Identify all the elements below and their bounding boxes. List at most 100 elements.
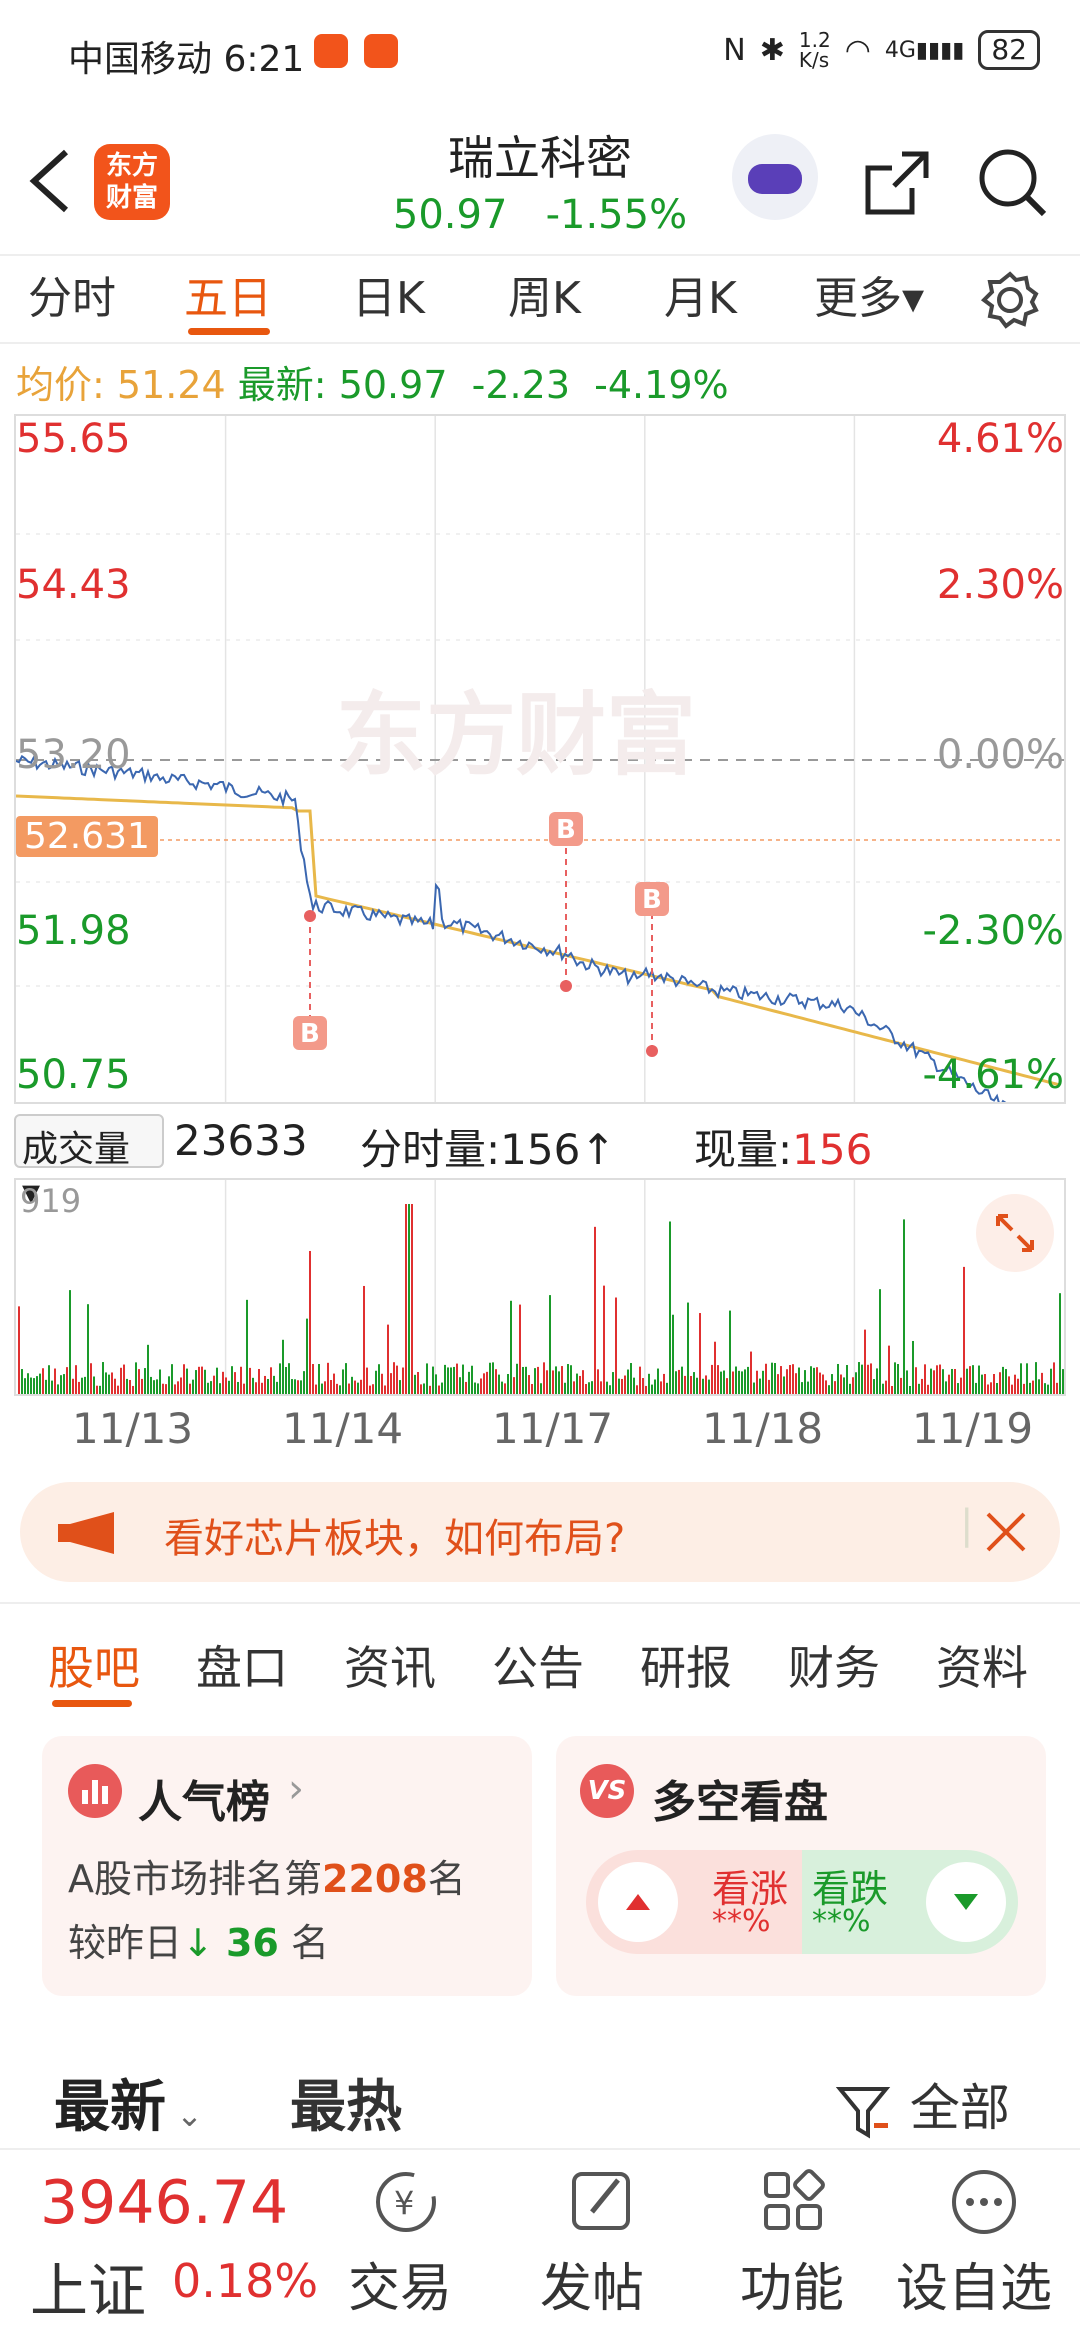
bottom-bar: 3946.74 上证 0.18% ¥ 交易 发帖 功能 设自选 bbox=[0, 2148, 1080, 2340]
popularity-icon bbox=[68, 1764, 122, 1818]
index-name[interactable]: 上证 bbox=[30, 2244, 146, 2328]
nav-functions[interactable]: 功能 bbox=[740, 2246, 844, 2321]
chart-period-tabs: 分时 五日 日K 周K 月K 更多▾ bbox=[0, 254, 1080, 344]
volume-indicator-select[interactable]: 成交量 ▾ bbox=[14, 1114, 164, 1213]
current-volume: 现量:156 bbox=[694, 1125, 873, 1174]
close-icon[interactable] bbox=[984, 1510, 1028, 1554]
popularity-title: 人气榜 bbox=[138, 1777, 270, 1828]
buy-marker: B bbox=[300, 1019, 320, 1049]
y-left-label: 53.20 bbox=[16, 732, 131, 778]
svg-text:¥: ¥ bbox=[394, 2184, 414, 2222]
battery-icon: 82 bbox=[978, 30, 1040, 70]
volume-chart-svg bbox=[18, 1180, 1064, 1394]
apps-grid-icon[interactable] bbox=[758, 2166, 830, 2238]
tab-weekly-k[interactable]: 周K bbox=[508, 262, 581, 326]
bear-button[interactable]: 看跌 **% bbox=[802, 1850, 1018, 1954]
stock-header: 东方 财富 瑞立科密 50.97 -1.55% bbox=[0, 104, 1080, 254]
tab-profile[interactable]: 资料 bbox=[936, 1632, 1028, 1698]
active-subtab-indicator bbox=[52, 1700, 132, 1707]
index-change[interactable]: 0.18% bbox=[172, 2254, 318, 2308]
tab-more[interactable]: 更多▾ bbox=[814, 262, 924, 326]
date-label: 11/13 bbox=[72, 1404, 194, 1453]
price-line bbox=[16, 754, 1007, 1102]
tab-monthly-k[interactable]: 月K bbox=[664, 262, 737, 326]
settings-gear-icon[interactable] bbox=[980, 270, 1040, 330]
feed-tab-hot[interactable]: 最热 bbox=[290, 2062, 402, 2143]
buy-marker: B bbox=[556, 815, 576, 845]
nav-trade[interactable]: 交易 bbox=[348, 2246, 452, 2321]
arrow-down-icon bbox=[926, 1862, 1006, 1942]
minute-volume: 分时量:156↑ bbox=[360, 1125, 616, 1174]
trade-yuan-icon[interactable]: ¥ bbox=[370, 2166, 442, 2238]
expand-icon[interactable] bbox=[976, 1194, 1054, 1272]
nfc-icon: N bbox=[723, 32, 746, 68]
y-right-label: 4.61% bbox=[936, 416, 1064, 462]
tab-research[interactable]: 研报 bbox=[640, 1632, 732, 1698]
screen: { "status_bar": { "carrier": "中国移动", "ti… bbox=[0, 0, 1080, 2340]
price-summary: 均价: 51.24 最新: 50.97 -2.23 -4.19% bbox=[16, 363, 729, 407]
divider bbox=[0, 1602, 1080, 1604]
filter-icon bbox=[835, 2086, 891, 2139]
bull-bear-title: 多空看盘 bbox=[652, 1777, 828, 1828]
y-left-label: 50.75 bbox=[16, 1052, 131, 1098]
tab-order-book[interactable]: 盘口 bbox=[196, 1632, 288, 1698]
popularity-change-line: 较昨日↓ 36 名 bbox=[68, 1921, 329, 1965]
signal-icon: 4G▮▮▮▮ bbox=[884, 37, 965, 63]
tab-announcements[interactable]: 公告 bbox=[492, 1632, 584, 1698]
notification-icon bbox=[364, 34, 398, 68]
bull-button[interactable]: 看涨 **% bbox=[586, 1850, 802, 1954]
tab-news[interactable]: 资讯 bbox=[344, 1632, 436, 1698]
tab-finance[interactable]: 财务 bbox=[788, 1632, 880, 1698]
share-icon[interactable] bbox=[862, 148, 932, 218]
date-label: 11/19 bbox=[912, 1404, 1034, 1453]
vs-icon: VS bbox=[580, 1764, 634, 1818]
current-price-marker: 52.631 bbox=[16, 816, 158, 857]
carrier-and-time: 中国移动 6:21 bbox=[68, 39, 305, 80]
five-day-price-chart[interactable]: 东方财富 B B B 55.65 54.43 53.20 51.98 50.75 4… bbox=[14, 414, 1066, 1104]
volume-chart[interactable]: 919 bbox=[14, 1178, 1066, 1396]
feed-tab-latest[interactable]: 最新 ⌄ bbox=[54, 2062, 203, 2143]
y-right-label: -2.30% bbox=[922, 908, 1064, 954]
buy-marker: B bbox=[642, 885, 662, 915]
notification-icon bbox=[314, 34, 348, 68]
popularity-rank-line: A股市场排名第2208名 bbox=[68, 1857, 466, 1901]
tab-intraday[interactable]: 分时 bbox=[28, 262, 116, 326]
post-edit-icon[interactable] bbox=[566, 2166, 638, 2238]
promo-banner[interactable]: 看好芯片板块，如何布局? | bbox=[20, 1482, 1060, 1582]
search-icon[interactable] bbox=[976, 146, 1050, 220]
nav-add-watchlist[interactable]: 设自选 bbox=[896, 2246, 1052, 2321]
date-label: 11/14 bbox=[282, 1404, 404, 1453]
y-right-label: -4.61% bbox=[922, 1052, 1064, 1098]
bluetooth-icon: ✱ bbox=[759, 32, 785, 68]
megaphone-icon bbox=[58, 1512, 114, 1554]
bull-bear-card[interactable]: VS 多空看盘 看涨 **% 看跌 **% bbox=[556, 1736, 1046, 1996]
arrow-up-icon bbox=[598, 1862, 678, 1942]
nav-post[interactable]: 发帖 bbox=[540, 2246, 644, 2321]
tab-daily-k[interactable]: 日K bbox=[352, 262, 425, 326]
tab-five-day[interactable]: 五日 bbox=[184, 262, 272, 326]
arrow-down-icon: ↓ bbox=[182, 1921, 214, 1965]
y-left-label: 55.65 bbox=[16, 416, 131, 462]
chevron-right-icon: › bbox=[288, 1766, 304, 1812]
date-label: 11/17 bbox=[492, 1404, 614, 1453]
y-left-label: 54.43 bbox=[16, 562, 131, 608]
index-value[interactable]: 3946.74 bbox=[40, 2168, 288, 2238]
volume-total: 23633 bbox=[174, 1116, 308, 1165]
volume-max-label: 919 bbox=[20, 1182, 82, 1220]
status-icons: N ✱ 1.2 K/s ◠ 4G▮▮▮▮ 82 bbox=[723, 30, 1040, 70]
robot-assistant-icon[interactable] bbox=[732, 134, 818, 220]
banner-text: 看好芯片板块，如何布局? bbox=[164, 1516, 626, 1562]
popularity-card[interactable]: 人气榜 › A股市场排名第2208名 较昨日↓ 36 名 bbox=[42, 1736, 532, 1996]
feed-filter[interactable]: 全部 bbox=[835, 2068, 1010, 2141]
y-right-label: 0.00% bbox=[936, 732, 1064, 778]
watermark: 东方财富 bbox=[336, 683, 696, 788]
more-dots-icon[interactable] bbox=[948, 2166, 1020, 2238]
y-left-label: 51.98 bbox=[16, 908, 131, 954]
y-right-label: 2.30% bbox=[936, 562, 1064, 608]
status-bar: 中国移动 6:21 N ✱ 1.2 K/s ◠ 4G▮▮▮▮ 82 bbox=[0, 0, 1080, 104]
tab-forum[interactable]: 股吧 bbox=[48, 1632, 140, 1698]
active-tab-indicator bbox=[188, 328, 270, 335]
date-label: 11/18 bbox=[702, 1404, 824, 1453]
wifi-icon: ◠ bbox=[844, 32, 871, 68]
banner-divider: | bbox=[960, 1502, 974, 1548]
